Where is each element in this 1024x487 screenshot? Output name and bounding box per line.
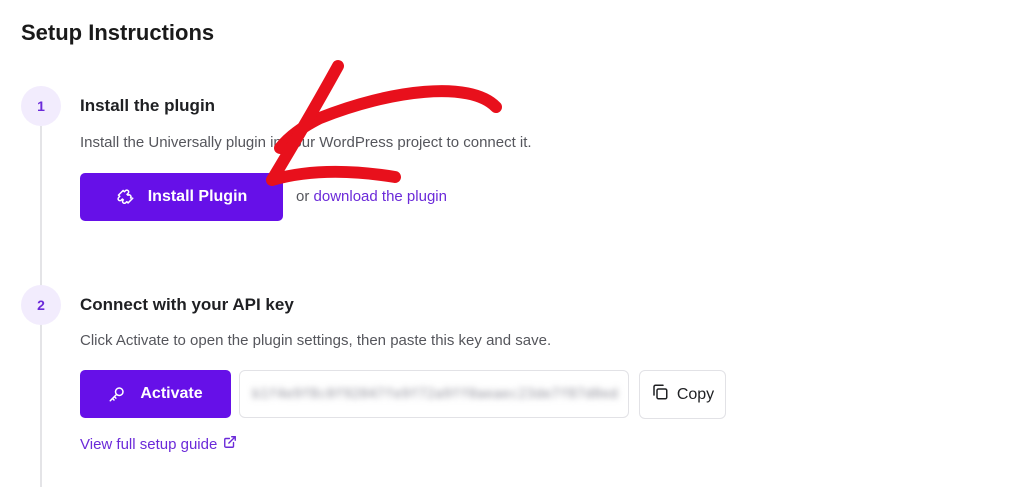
- copy-label: Copy: [676, 385, 715, 403]
- step-title-connect: Connect with your API key: [80, 295, 294, 314]
- step-description-install: Install the Universally plugin in your W…: [80, 134, 532, 151]
- key-icon: [108, 385, 126, 403]
- step-number-badge: 1: [21, 86, 61, 126]
- alternative-download-text: or download the plugin: [296, 188, 447, 205]
- copy-icon: [651, 383, 669, 406]
- step-description-connect: Click Activate to open the plugin settin…: [80, 332, 552, 349]
- activate-label: Activate: [140, 385, 203, 402]
- activate-button[interactable]: Activate: [80, 370, 231, 418]
- api-key-value: b1f4e9f8c0f92047fe9f72a9ff0aeaec23de7f87…: [252, 386, 619, 402]
- api-key-field[interactable]: b1f4e9f8c0f92047fe9f72a9ff0aeaec23de7f87…: [239, 370, 629, 418]
- step-number-badge: 2: [21, 285, 61, 325]
- puzzle-icon: [116, 188, 134, 206]
- setup-guide-link[interactable]: View full setup guide: [80, 435, 237, 453]
- install-plugin-label: Install Plugin: [147, 188, 248, 205]
- copy-button[interactable]: Copy: [639, 370, 726, 419]
- page-title: Setup Instructions: [21, 20, 215, 45]
- download-plugin-link[interactable]: download the plugin: [314, 188, 447, 205]
- or-label: or: [296, 188, 310, 205]
- install-plugin-button[interactable]: Install Plugin: [80, 173, 283, 221]
- step-title-install: Install the plugin: [80, 96, 216, 115]
- external-link-icon: [223, 435, 237, 453]
- setup-guide-label: View full setup guide: [80, 435, 218, 453]
